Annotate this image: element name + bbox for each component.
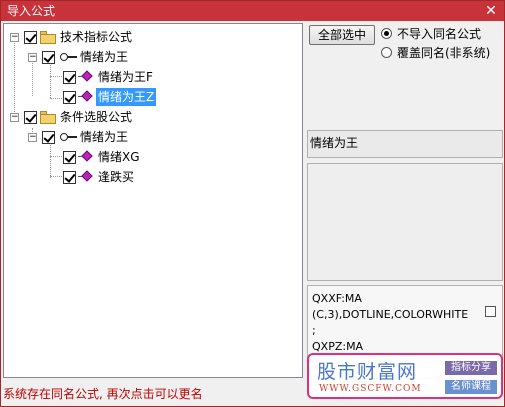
tree-item[interactable]: 逢跌买 (4, 168, 294, 186)
group-checkbox[interactable] (24, 31, 37, 44)
formula-gem-icon (78, 90, 93, 104)
tree-group-label: 条件选股公式 (60, 110, 133, 124)
item-checkbox[interactable] (63, 171, 76, 184)
radio-overwrite[interactable]: 覆盖同名(非系统) (381, 45, 501, 61)
radio-button[interactable] (381, 28, 392, 39)
formula-name-display: 情绪为王 (307, 130, 503, 158)
watermark-logo: 股市财富网 WWW.GSCFW.COM 指标分享 名师课程 (307, 353, 503, 399)
tree-node-label: 情绪为王 (80, 130, 129, 144)
folder-icon (40, 111, 56, 124)
code-line: QXXF:MA (312, 292, 362, 305)
tree-item[interactable]: 情绪XG (4, 148, 294, 166)
radio-no-import[interactable]: 不导入同名公式 (381, 26, 501, 42)
window-title: 导入公式 (7, 4, 56, 18)
tree-item-label: 逢跌买 (98, 170, 135, 184)
tree-group-screening[interactable]: − 条件选股公式 (4, 108, 294, 126)
close-icon[interactable]: ✕ (484, 1, 498, 21)
tree-item-label: 情绪为王Z (96, 88, 157, 106)
formula-tree[interactable]: − 技术指标公式 − 情绪为王 情绪为王F 情绪为王Z − 条件选股公式 − 情… (3, 23, 303, 378)
collapse-icon[interactable]: − (10, 33, 19, 42)
item-checkbox[interactable] (63, 71, 76, 84)
code-line: (C,3),DOTLINE,COLORWHITE (312, 308, 469, 321)
collapse-icon[interactable]: − (10, 113, 19, 122)
code-checkbox[interactable] (485, 306, 496, 317)
formula-gem-icon (78, 150, 93, 164)
folder-icon (40, 31, 56, 44)
key-icon (60, 52, 78, 62)
node-checkbox[interactable] (42, 51, 55, 64)
radio-button[interactable] (381, 47, 392, 58)
code-line: ; (312, 324, 316, 337)
tree-item-label: 情绪为王F (98, 70, 153, 84)
import-formula-dialog: 导入公式 ✕ − 技术指标公式 − 情绪为王 情绪为王F 情绪为王Z − 条件选… (0, 0, 505, 407)
watermark-tag: 指标分享 (445, 361, 497, 375)
select-all-button[interactable]: 全部选中 (309, 25, 375, 45)
tree-item-selected[interactable]: 情绪为王Z (4, 88, 294, 106)
tree-node-label: 情绪为王 (80, 50, 129, 64)
item-checkbox[interactable] (63, 151, 76, 164)
collapse-icon[interactable]: − (28, 53, 37, 62)
node-checkbox[interactable] (42, 131, 55, 144)
tree-group-label: 技术指标公式 (60, 30, 133, 44)
item-checkbox[interactable] (63, 91, 76, 104)
watermark-url: WWW.GSCFW.COM (319, 384, 422, 394)
formula-gem-icon (78, 70, 93, 84)
formula-description-box[interactable] (307, 163, 503, 281)
tree-group-technical[interactable]: − 技术指标公式 (4, 28, 294, 46)
radio-label: 覆盖同名(非系统) (397, 46, 491, 60)
tree-node-formula[interactable]: − 情绪为王 (4, 128, 294, 146)
tree-item[interactable]: 情绪为王F (4, 68, 294, 86)
watermark-title: 股市财富网 (317, 361, 418, 383)
radio-label: 不导入同名公式 (397, 27, 482, 41)
tree-item-label: 情绪XG (98, 150, 140, 164)
tree-node-formula[interactable]: − 情绪为王 (4, 48, 294, 66)
title-bar[interactable]: 导入公式 ✕ (1, 1, 504, 21)
watermark-tag: 名师课程 (445, 380, 497, 394)
status-message: 系统存在同名公式, 再次点击可以更名 (3, 387, 203, 401)
collapse-icon[interactable]: − (28, 133, 37, 142)
key-icon (60, 132, 78, 142)
group-checkbox[interactable] (24, 111, 37, 124)
formula-gem-icon (78, 170, 93, 184)
